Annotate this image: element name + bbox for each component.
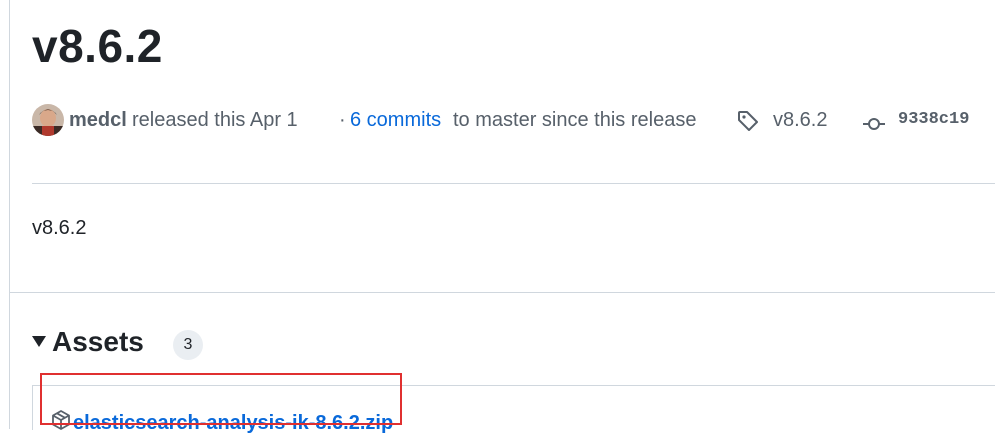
assets-toggle[interactable]: Assets 3 — [32, 322, 332, 362]
commit-sha-link[interactable]: 9338c19 — [898, 102, 969, 138]
release-meta: medcl released this Apr 1 · 6 commits to… — [32, 102, 992, 138]
divider — [9, 292, 995, 293]
tag-icon — [736, 109, 760, 133]
author-link[interactable]: medcl — [69, 102, 127, 138]
highlight-box — [40, 373, 402, 425]
tag-link[interactable]: v8.6.2 — [773, 102, 827, 138]
commit-icon — [862, 110, 886, 130]
caret-down-icon — [32, 336, 46, 347]
avatar[interactable] — [32, 104, 64, 136]
release-notes: v8.6.2 — [32, 217, 87, 239]
left-border — [9, 0, 10, 429]
assets-heading: Assets — [52, 326, 144, 357]
release-title: v8.6.2 — [32, 20, 163, 72]
commits-link[interactable]: 6 commits — [350, 102, 441, 138]
commits-suffix: to master since this release — [453, 109, 697, 131]
divider — [32, 183, 995, 184]
separator-dot: · — [339, 109, 346, 131]
assets-count-badge: 3 — [173, 330, 203, 360]
released-text: released this Apr 1 — [132, 109, 298, 131]
